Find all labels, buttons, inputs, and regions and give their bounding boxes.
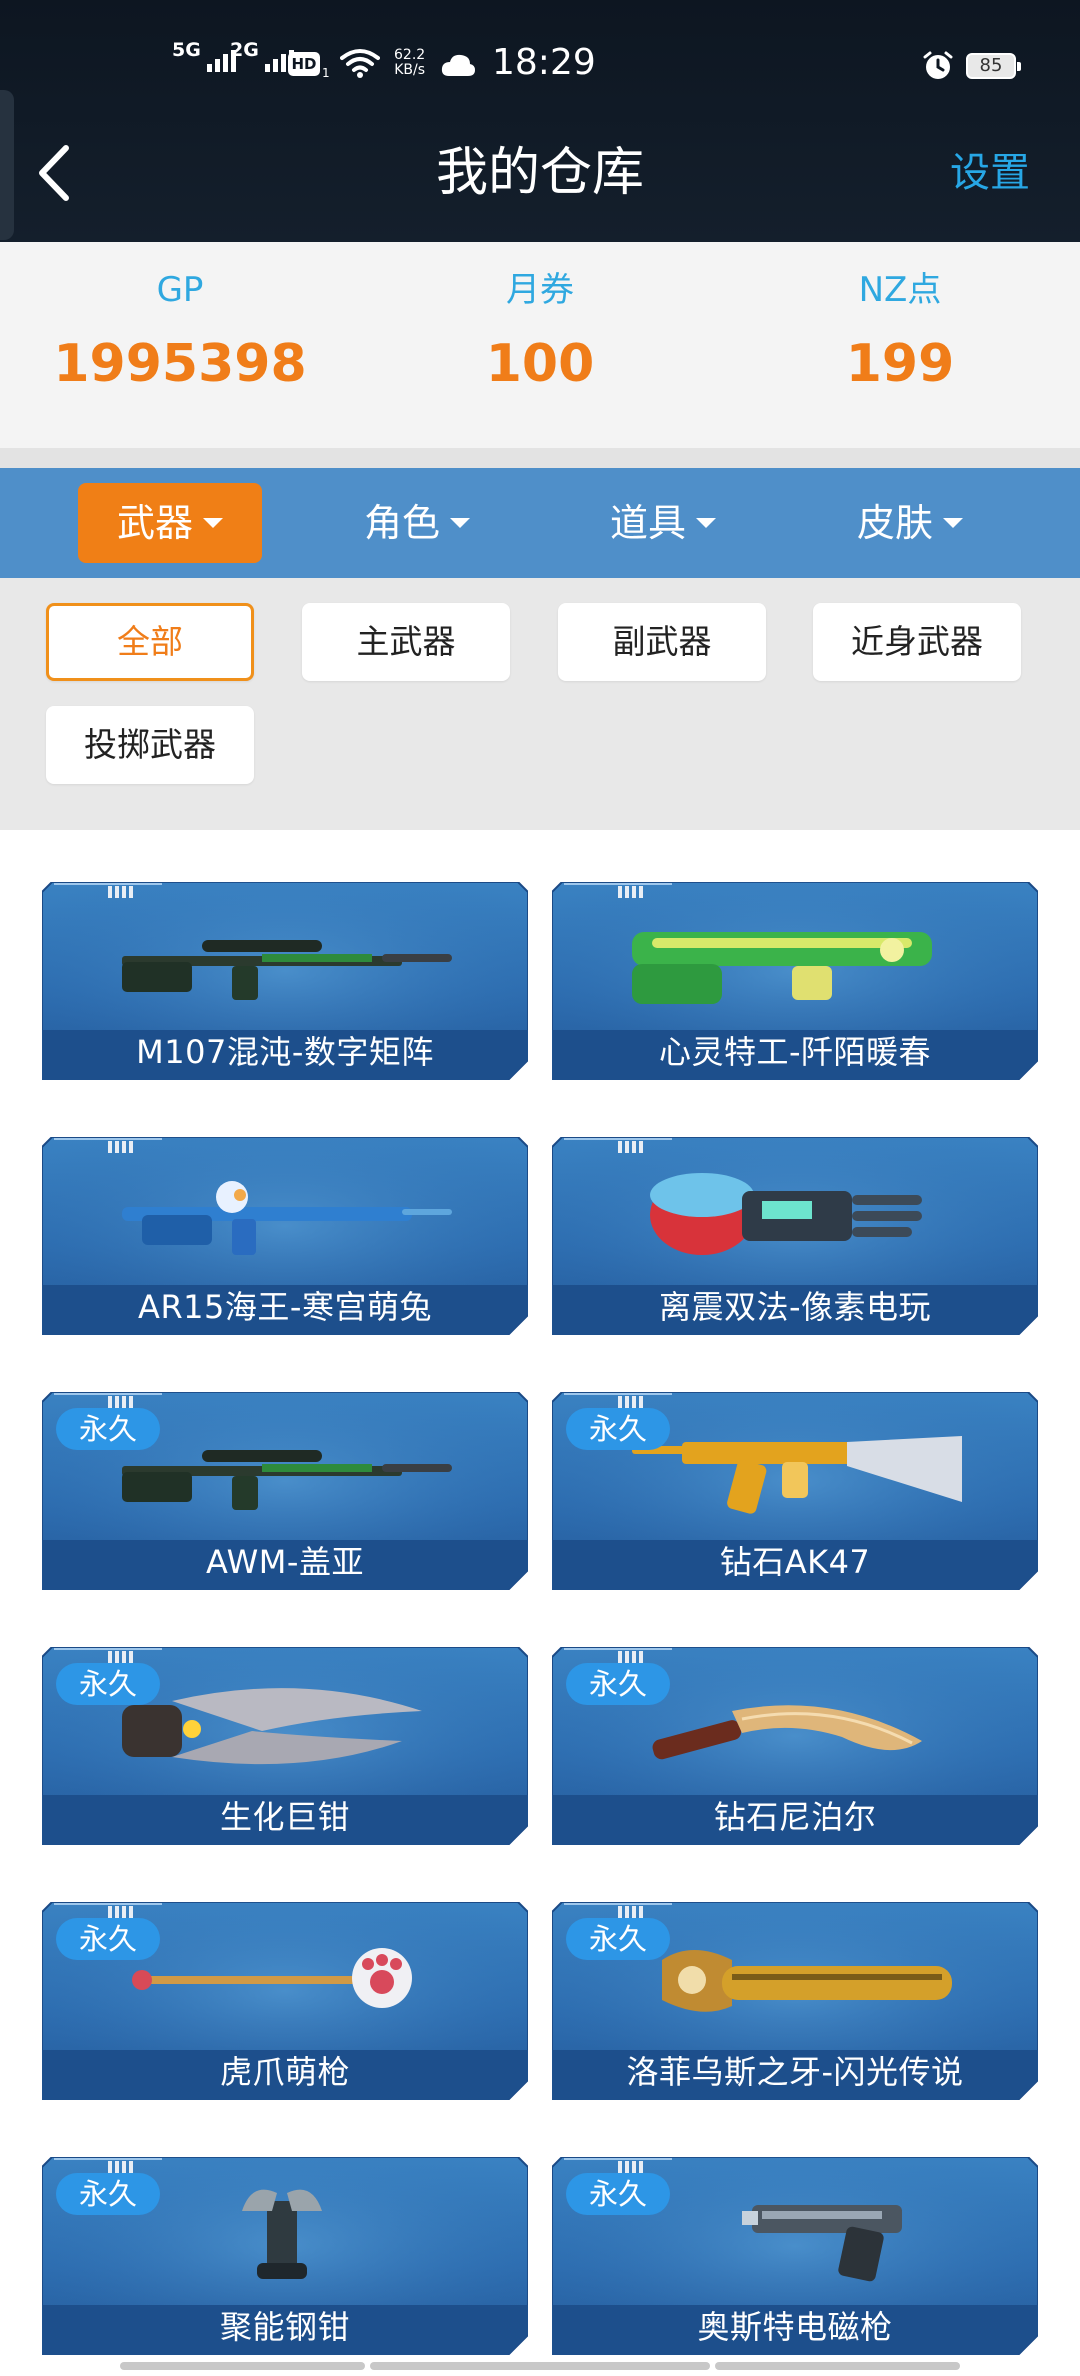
- weapon-name: 虎爪萌枪: [219, 2053, 350, 2091]
- currency-value: 1995398: [53, 334, 307, 394]
- status-time: 18:29: [492, 42, 596, 83]
- tab-label: 皮肤: [856, 501, 933, 545]
- category-tab-bar: 武器 角色 道具 皮肤: [0, 468, 1080, 578]
- tab-items[interactable]: 道具: [571, 483, 755, 563]
- speed-unit: KB/s: [394, 62, 425, 78]
- filter-throwing[interactable]: 投掷武器: [46, 706, 254, 784]
- speed-value: 62.2: [394, 47, 426, 63]
- currency-label: GP: [156, 270, 204, 310]
- weapon-card[interactable]: 离震双法-像素电玩: [552, 1137, 1038, 1335]
- permanent-badge: 永久: [56, 1408, 160, 1450]
- tab-weapons[interactable]: 武器: [78, 483, 262, 563]
- weapon-card[interactable]: 永久 AWM-盖亚: [42, 1392, 528, 1590]
- currency-value: 199: [845, 334, 955, 394]
- weapon-name: 心灵特工-阡陌暖春: [658, 1033, 932, 1071]
- weapon-card[interactable]: 永久钻石尼泊尔: [552, 1647, 1038, 1845]
- permanent-badge: 永久: [566, 1663, 670, 1705]
- weapon-card[interactable]: 永久虎爪萌枪: [42, 1902, 528, 2100]
- caret-down-icon: [203, 517, 223, 528]
- weapon-card[interactable]: 永久生化巨钳: [42, 1647, 528, 1845]
- filter-primary[interactable]: 主武器: [302, 603, 510, 681]
- cloud-icon: [441, 54, 475, 76]
- weapon-name: M107混沌-数字矩阵: [136, 1033, 434, 1071]
- filter-secondary[interactable]: 副武器: [558, 603, 766, 681]
- weapon-card[interactable]: 永久洛菲乌斯之牙-闪光传说: [552, 1902, 1038, 2100]
- top-bar: 5G 2G HD 1 62.2 KB/s 18:29 85 我的仓库 设置: [0, 0, 1080, 242]
- weapon-card[interactable]: 心灵特工-阡陌暖春: [552, 882, 1038, 1080]
- weapon-card[interactable]: 永久聚能钢钳: [42, 2157, 528, 2355]
- permanent-badge: 永久: [56, 1918, 160, 1960]
- permanent-badge: 永久: [56, 2173, 160, 2215]
- filter-melee[interactable]: 近身武器: [813, 603, 1021, 681]
- weapon-name: 钻石AK47: [719, 1543, 871, 1581]
- weapon-name: AWM-盖亚: [206, 1543, 364, 1581]
- currency-gp: GP 1995398: [30, 270, 330, 394]
- weapon-filter-panel: 全部 主武器 副武器 近身武器 投掷武器: [0, 578, 1080, 830]
- weapon-name: 钻石尼泊尔: [713, 1798, 877, 1836]
- settings-link[interactable]: 设置: [950, 143, 1030, 203]
- hd-volte-icon: HD: [288, 52, 320, 76]
- tab-label: 武器: [116, 501, 193, 545]
- hd-sub-label: 1: [322, 66, 330, 80]
- status-bar: 5G 2G HD 1 62.2 KB/s 18:29 85: [0, 36, 1080, 96]
- battery-icon: 85: [966, 53, 1021, 79]
- weapon-card[interactable]: 永久奥斯特电磁枪: [552, 2157, 1038, 2355]
- weapon-card[interactable]: M107混沌-数字矩阵: [42, 882, 528, 1080]
- currency-value: 100: [485, 334, 595, 394]
- permanent-badge: 永久: [566, 2173, 670, 2215]
- filter-all[interactable]: 全部: [46, 603, 254, 681]
- scroll-indicator: [120, 2362, 365, 2370]
- tab-skins[interactable]: 皮肤: [818, 483, 1002, 563]
- caret-down-icon: [696, 517, 716, 528]
- scroll-indicator: [370, 2362, 710, 2370]
- tab-label: 道具: [609, 501, 686, 545]
- network-speed: 62.2 KB/s: [394, 48, 425, 78]
- signal-2g-icon: 2G: [230, 41, 294, 72]
- tab-label: 角色: [363, 501, 440, 545]
- weapon-name: 奥斯特电磁枪: [697, 2308, 893, 2346]
- currency-nz: NZ点 199: [750, 270, 1050, 394]
- network-label-1: 5G: [172, 39, 201, 61]
- permanent-badge: 永久: [56, 1663, 160, 1705]
- weapon-name: 生化巨钳: [219, 1798, 350, 1836]
- inventory-grid: M107混沌-数字矩阵 心灵特工-阡陌暖春 AR15海王-寒宫萌兔 离震双法-像素电玩…: [0, 830, 1080, 2376]
- network-label-2: 2G: [230, 39, 259, 61]
- sniper-rifle-icon: [122, 940, 452, 1000]
- scroll-indicator: [715, 2362, 960, 2370]
- gauntlet-icon: [650, 1173, 922, 1255]
- permanent-badge: 永久: [566, 1408, 670, 1450]
- caret-down-icon: [450, 517, 470, 528]
- weapon-name: 离震双法-像素电玩: [658, 1288, 932, 1326]
- caret-down-icon: [943, 517, 963, 528]
- alarm-icon: [923, 51, 953, 79]
- page-title: 我的仓库: [435, 143, 644, 203]
- section-divider: [0, 448, 1080, 468]
- permanent-badge: 永久: [566, 1918, 670, 1960]
- currency-voucher: 月券 100: [390, 270, 690, 394]
- assault-rifle-icon: [122, 1181, 452, 1255]
- signal-5g-icon: 5G: [172, 41, 236, 72]
- weapon-name: 洛菲乌斯之牙-闪光传说: [626, 2053, 964, 2091]
- wifi-icon: [340, 49, 380, 78]
- currency-label: NZ点: [858, 270, 942, 310]
- currency-label: 月券: [506, 270, 574, 310]
- weapon-name: AR15海王-寒宫萌兔: [138, 1288, 432, 1326]
- weapon-card[interactable]: 永久钻石AK47: [552, 1392, 1038, 1590]
- currency-panel: GP 1995398 月券 100 NZ点 199: [0, 242, 1080, 448]
- weapon-card[interactable]: AR15海王-寒宫萌兔: [42, 1137, 528, 1335]
- tab-characters[interactable]: 角色: [325, 483, 509, 563]
- weapon-name: 聚能钢钳: [219, 2308, 350, 2346]
- heavy-gun-icon: [632, 932, 932, 1004]
